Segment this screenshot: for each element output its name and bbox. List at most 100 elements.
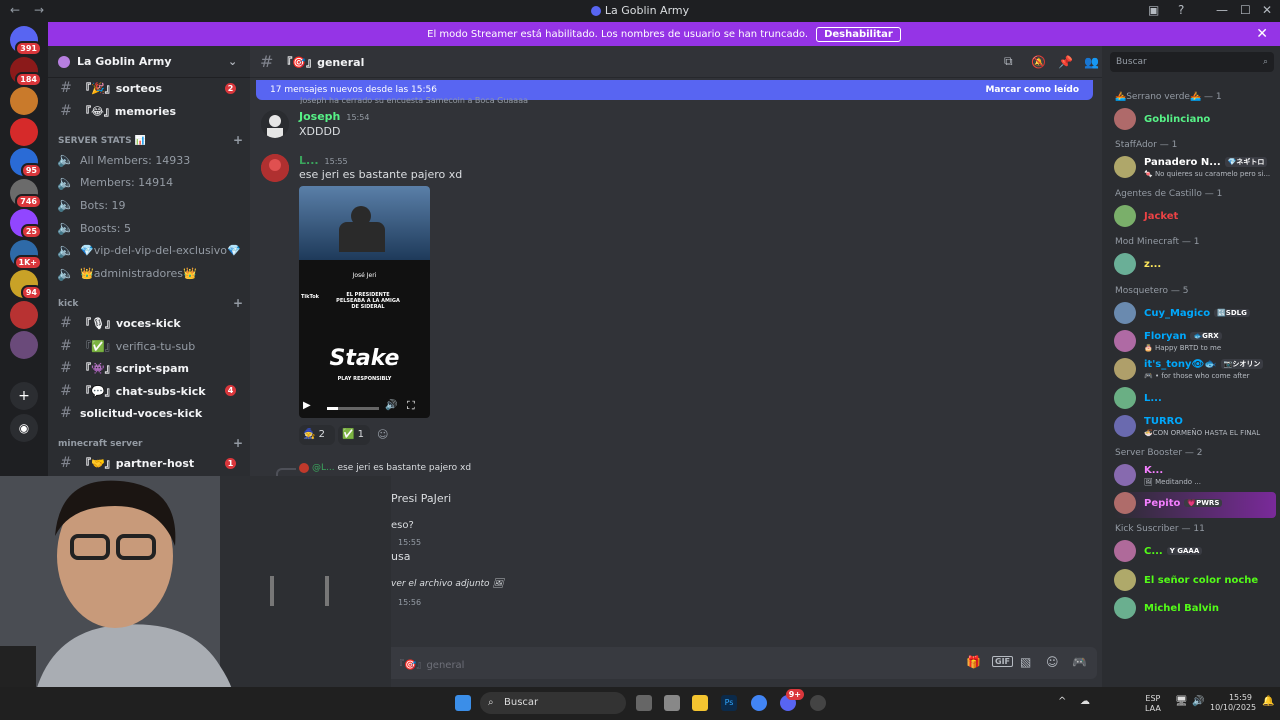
network-icon[interactable]: 🖥 <box>1175 696 1188 707</box>
reply-preview[interactable]: @L... ese jeri es bastante pajero xd <box>312 463 471 473</box>
threads-icon[interactable]: ⧉ <box>1004 54 1013 69</box>
member-search-input[interactable]: Buscar ⌕ <box>1110 52 1274 72</box>
channel-item[interactable]: # 『✅』verifica-tu-sub <box>56 336 246 356</box>
search-icon: ⌕ <box>1262 57 1268 67</box>
server-icon[interactable]: 94 <box>10 270 42 300</box>
add-reaction-icon[interactable]: ☺ <box>377 428 388 441</box>
play-icon[interactable]: ▶ <box>303 400 311 411</box>
message-author[interactable]: Joseph 15:54 <box>299 110 369 123</box>
taskbar-search[interactable]: ⌕ Buscar <box>480 692 626 714</box>
channel-category[interactable]: minecraft server + <box>58 436 243 450</box>
channel-item[interactable]: 🔈 All Members: 14933 <box>56 150 246 170</box>
member-item[interactable]: C... Y GAAA <box>1114 540 1276 566</box>
channel-item[interactable]: # 『👾』script-spam <box>56 358 246 378</box>
channel-item[interactable]: 🔈 Boosts: 5 <box>56 218 246 238</box>
task-view-icon[interactable] <box>636 695 652 711</box>
minimize-icon[interactable]: — <box>1216 3 1228 17</box>
member-item[interactable]: Goblinciano <box>1114 108 1276 134</box>
server-icon[interactable]: 391 <box>10 26 42 56</box>
file-explorer-icon[interactable] <box>692 695 708 711</box>
attachment-link[interactable]: ver el archivo adjunto 🖼 <box>391 579 504 589</box>
channel-item[interactable]: # 『🎉』sorteos 2 <box>56 78 246 98</box>
clock[interactable]: 15:59 10/10/2025 <box>1210 693 1256 713</box>
add-channel-icon[interactable]: + <box>233 296 243 310</box>
maximize-icon[interactable]: ☐ <box>1240 3 1251 17</box>
server-icon[interactable]: 95 <box>10 148 42 178</box>
apps-icon[interactable]: 🎮 <box>1072 655 1087 669</box>
message-author[interactable]: L... 15:55 <box>299 154 348 167</box>
reaction-pill[interactable]: 🧙 2 <box>299 425 335 445</box>
server-icon[interactable] <box>10 331 38 359</box>
member-item[interactable]: Michel Balvin <box>1114 597 1276 623</box>
member-item[interactable]: El señor color noche <box>1114 568 1276 595</box>
video-embed[interactable]: José Jeri TikTok EL PRESIDENTE PELSEABA … <box>299 186 430 418</box>
server-icon[interactable]: 746 <box>10 178 42 209</box>
server-icon[interactable] <box>10 117 38 146</box>
tray-chevron-icon[interactable]: ^ <box>1058 696 1066 707</box>
member-item[interactable]: it's_tony👁🐟 📷シオリン 🎮 • for those who come a… <box>1114 358 1276 384</box>
reaction-pill[interactable]: ✅ 1 <box>338 425 370 445</box>
member-item[interactable]: Panadero N... 💎ネギトロ 🍬 No quieres su carame… <box>1114 156 1276 182</box>
mute-bell-icon[interactable]: 🔕 <box>1031 55 1046 69</box>
member-item[interactable]: L... <box>1114 386 1276 413</box>
members-icon[interactable]: 👥 <box>1084 55 1099 69</box>
channel-category[interactable]: SERVER STATS 📊 + <box>58 133 243 147</box>
inbox-icon[interactable]: ▣ <box>1148 3 1159 17</box>
start-icon[interactable] <box>455 695 471 711</box>
fullscreen-icon[interactable]: ⛶ <box>407 399 415 413</box>
add-channel-icon[interactable]: + <box>233 133 243 147</box>
explore-icon[interactable]: ◉ <box>10 414 38 442</box>
add-channel-icon[interactable]: + <box>233 436 243 450</box>
member-item[interactable]: TURRO 🍜CON ORMEÑO HASTA EL FINAL <box>1114 415 1276 441</box>
add-server-icon[interactable]: + <box>10 382 38 410</box>
app-icon[interactable] <box>664 695 680 711</box>
notification-bell-icon[interactable]: 🔔 <box>1262 696 1274 707</box>
member-item[interactable]: z... <box>1114 253 1276 279</box>
member-item[interactable]: Floryan 🐟GRX 🎂 Happy BRTD to me <box>1114 330 1276 356</box>
server-header[interactable]: La Goblin Army ⌄ <box>48 46 250 78</box>
server-icon[interactable]: 1K+ <box>10 239 42 270</box>
message-timestamp: 15:55 <box>398 538 422 547</box>
pin-icon[interactable]: 📌 <box>1058 55 1073 69</box>
member-item[interactable]: K... 🖼 Meditando ... <box>1114 463 1276 490</box>
gif-icon[interactable]: GIF <box>992 656 1014 667</box>
avatar[interactable] <box>261 154 289 182</box>
sticker-icon[interactable]: ▧ <box>1020 655 1031 669</box>
channel-item[interactable]: # 『🎙』voces-kick <box>56 313 246 333</box>
channel-item[interactable]: # 『😂』memories <box>56 101 246 121</box>
server-icon[interactable] <box>10 300 38 329</box>
cloud-icon[interactable]: ☁ <box>1080 696 1090 707</box>
avatar[interactable] <box>261 110 289 138</box>
server-icon[interactable]: 184 <box>10 56 42 87</box>
mark-read-button[interactable]: Marcar como leído <box>985 85 1079 95</box>
member-item[interactable]: Jacket <box>1114 204 1276 231</box>
channel-item[interactable]: # 『🤝』partner-host 1 <box>56 453 246 473</box>
volume-icon[interactable]: 🔊 <box>385 400 397 411</box>
language-indicator[interactable]: ESP LAA <box>1145 694 1161 714</box>
member-item[interactable]: Cuy_Magico 🔣SDLG <box>1114 301 1276 328</box>
channel-item[interactable]: # solicitud-voces-kick <box>56 403 246 423</box>
chrome-icon[interactable] <box>751 695 767 711</box>
close-window-icon[interactable]: ✕ <box>1262 3 1272 17</box>
hash-icon: # <box>60 102 72 119</box>
emoji-icon[interactable]: ☺ <box>1046 655 1059 669</box>
app-icon[interactable] <box>810 695 826 711</box>
gift-icon[interactable]: 🎁 <box>966 655 981 669</box>
channel-item[interactable]: 🔈 💎vip-del-vip-del-exclusivo💎 <box>56 241 246 261</box>
unread-count: 1 <box>225 457 236 469</box>
help-icon[interactable]: ? <box>1178 3 1184 17</box>
channel-item[interactable]: 🔈 Bots: 19 <box>56 195 246 215</box>
video-progress[interactable] <box>327 407 379 410</box>
volume-icon[interactable]: 🔊 <box>1192 696 1204 707</box>
disable-streamer-button[interactable]: Deshabilitar <box>816 26 901 42</box>
channel-item[interactable]: 🔈 Members: 14914 <box>56 173 246 193</box>
channel-item[interactable]: # 『💬』chat-subs-kick 4 <box>56 381 246 401</box>
discord-icon[interactable]: 9+ <box>780 689 804 711</box>
server-icon[interactable]: 25 <box>10 209 42 239</box>
channel-item[interactable]: 🔈 👑administradores👑 <box>56 264 246 284</box>
member-item[interactable]: Pepito 💗PWRS <box>1114 492 1276 518</box>
close-banner-icon[interactable]: ✕ <box>1256 26 1268 42</box>
channel-category[interactable]: kick + <box>58 296 243 310</box>
photoshop-icon[interactable]: Ps <box>721 695 737 711</box>
server-icon[interactable] <box>10 87 38 115</box>
